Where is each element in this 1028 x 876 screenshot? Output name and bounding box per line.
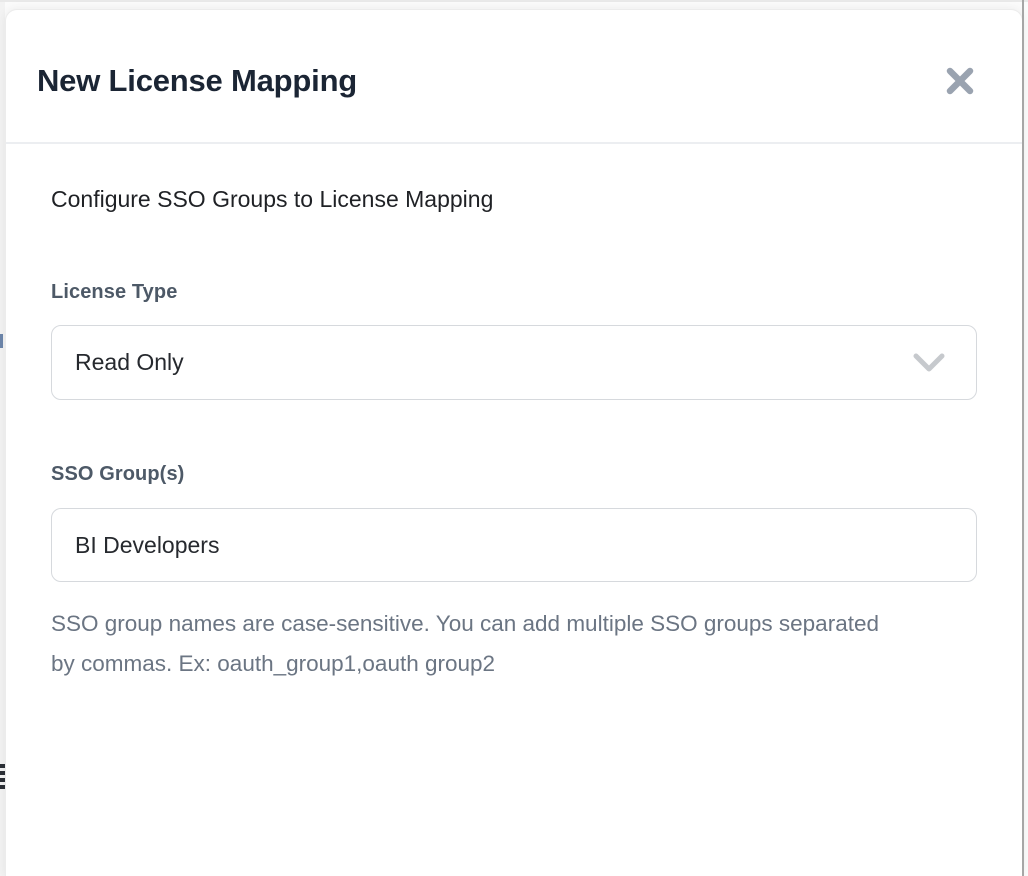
window-right-edge xyxy=(1022,0,1024,876)
license-type-label: License Type xyxy=(51,281,977,304)
background-link-fragment xyxy=(0,334,3,348)
sso-groups-label: SSO Group(s) xyxy=(51,463,977,486)
window-top-edge xyxy=(0,0,1028,2)
modal-intro-text: Configure SSO Groups to License Mapping xyxy=(51,186,977,213)
sso-groups-input[interactable] xyxy=(51,508,977,582)
chevron-down-icon xyxy=(912,352,946,374)
modal-body: Configure SSO Groups to License Mapping … xyxy=(6,186,1022,684)
modal-title: New License Mapping xyxy=(37,63,357,99)
modal-header: New License Mapping xyxy=(6,10,1022,144)
close-button[interactable] xyxy=(940,61,980,101)
license-type-selected-value: Read Only xyxy=(75,349,184,376)
sso-groups-helper-text: SSO group names are case-sensitive. You … xyxy=(51,604,883,684)
new-license-mapping-modal: New License Mapping Configure SSO Groups… xyxy=(5,9,1023,876)
license-type-select[interactable]: Read Only xyxy=(51,325,977,400)
close-icon xyxy=(944,66,976,96)
